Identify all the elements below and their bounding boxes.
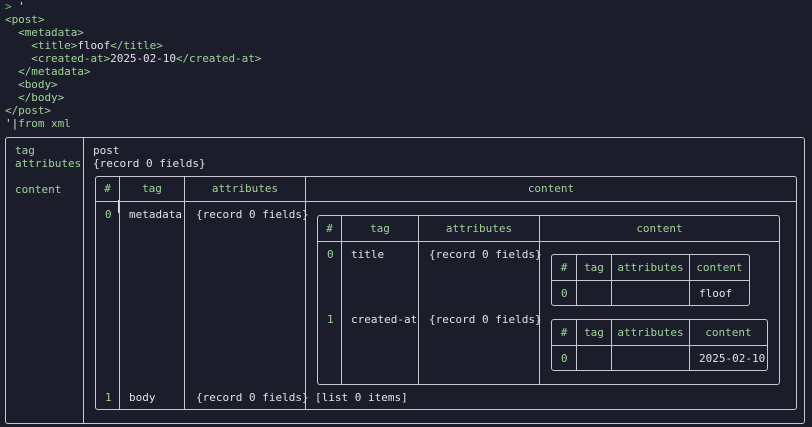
content-row-0-tag: metadata bbox=[129, 208, 182, 221]
metadata-row-1-index: 1 bbox=[327, 313, 334, 326]
text-cursor bbox=[118, 200, 119, 213]
metadata-col-attributes: attributes bbox=[445, 222, 513, 235]
metadata-col-content: content bbox=[636, 222, 683, 235]
prompt-symbol: > bbox=[5, 0, 12, 13]
title-col-content: content bbox=[696, 261, 743, 274]
content-row-1-attributes: {record 0 fields} bbox=[196, 391, 309, 404]
input-line-0: ' bbox=[11, 0, 25, 13]
created-at-col-content: content bbox=[705, 326, 752, 339]
content-col-tag: tag bbox=[142, 182, 162, 195]
command-name: from xml bbox=[18, 117, 71, 130]
content-row-1-index: 1 bbox=[105, 391, 112, 404]
title-row-content: floof bbox=[699, 287, 733, 300]
input-line-9: '|from xml bbox=[5, 117, 71, 130]
metadata-row-1-attributes: {record 0 fields} bbox=[429, 313, 542, 326]
content-row-1-tag: body bbox=[129, 391, 156, 404]
content-table-header-divider bbox=[96, 201, 796, 202]
record-key-content: content bbox=[15, 183, 62, 196]
created-at-col-index: # bbox=[560, 326, 568, 339]
metadata-table-header-divider bbox=[318, 241, 779, 242]
input-line-8: </post> bbox=[5, 104, 52, 117]
created-at-col-tag: tag bbox=[584, 326, 604, 339]
content-col-index: # bbox=[104, 182, 111, 195]
content-col-attributes: attributes bbox=[211, 182, 279, 195]
title-col-index: # bbox=[560, 261, 568, 274]
input-line-1: <post> bbox=[5, 13, 45, 26]
title-row-index: 0 bbox=[561, 287, 568, 300]
input-line-4: <created-at>2025-02-10</created-at> bbox=[31, 52, 262, 65]
input-line-7: </body> bbox=[18, 91, 65, 104]
created-at-row-index: 0 bbox=[561, 352, 568, 365]
created-at-row-content: 2025-02-10 bbox=[699, 352, 766, 365]
prompt-line[interactable]: > ' bbox=[5, 0, 25, 13]
record-value-tag: post bbox=[93, 144, 120, 157]
content-col-content: content bbox=[527, 182, 575, 195]
title-col-attributes: attributes bbox=[617, 261, 684, 274]
content-row-1-content: [list 0 items] bbox=[315, 391, 408, 404]
input-line-6: <body> bbox=[18, 78, 58, 91]
metadata-row-0-attributes: {record 0 fields} bbox=[429, 248, 542, 261]
record-key-tag: tag bbox=[15, 144, 35, 157]
metadata-row-0-tag: title bbox=[351, 248, 385, 261]
input-line-2: <metadata> bbox=[18, 26, 84, 39]
created-at-col-attributes: attributes bbox=[617, 326, 684, 339]
input-line-5: </metadata> bbox=[18, 65, 91, 78]
metadata-col-tag: tag bbox=[370, 222, 390, 235]
content-row-0-index: 0 bbox=[105, 208, 112, 221]
metadata-col-index: # bbox=[326, 222, 333, 235]
record-value-attributes: {record 0 fields} bbox=[93, 157, 206, 170]
metadata-row-1-tag: created-at bbox=[351, 313, 418, 326]
record-key-attributes: attributes bbox=[15, 157, 82, 170]
title-col-tag: tag bbox=[584, 261, 604, 274]
input-line-3: <title>floof</title> bbox=[31, 39, 163, 52]
metadata-row-0-index: 0 bbox=[327, 248, 334, 261]
content-row-0-attributes: {record 0 fields} bbox=[196, 208, 309, 221]
record-key-divider bbox=[83, 138, 84, 423]
